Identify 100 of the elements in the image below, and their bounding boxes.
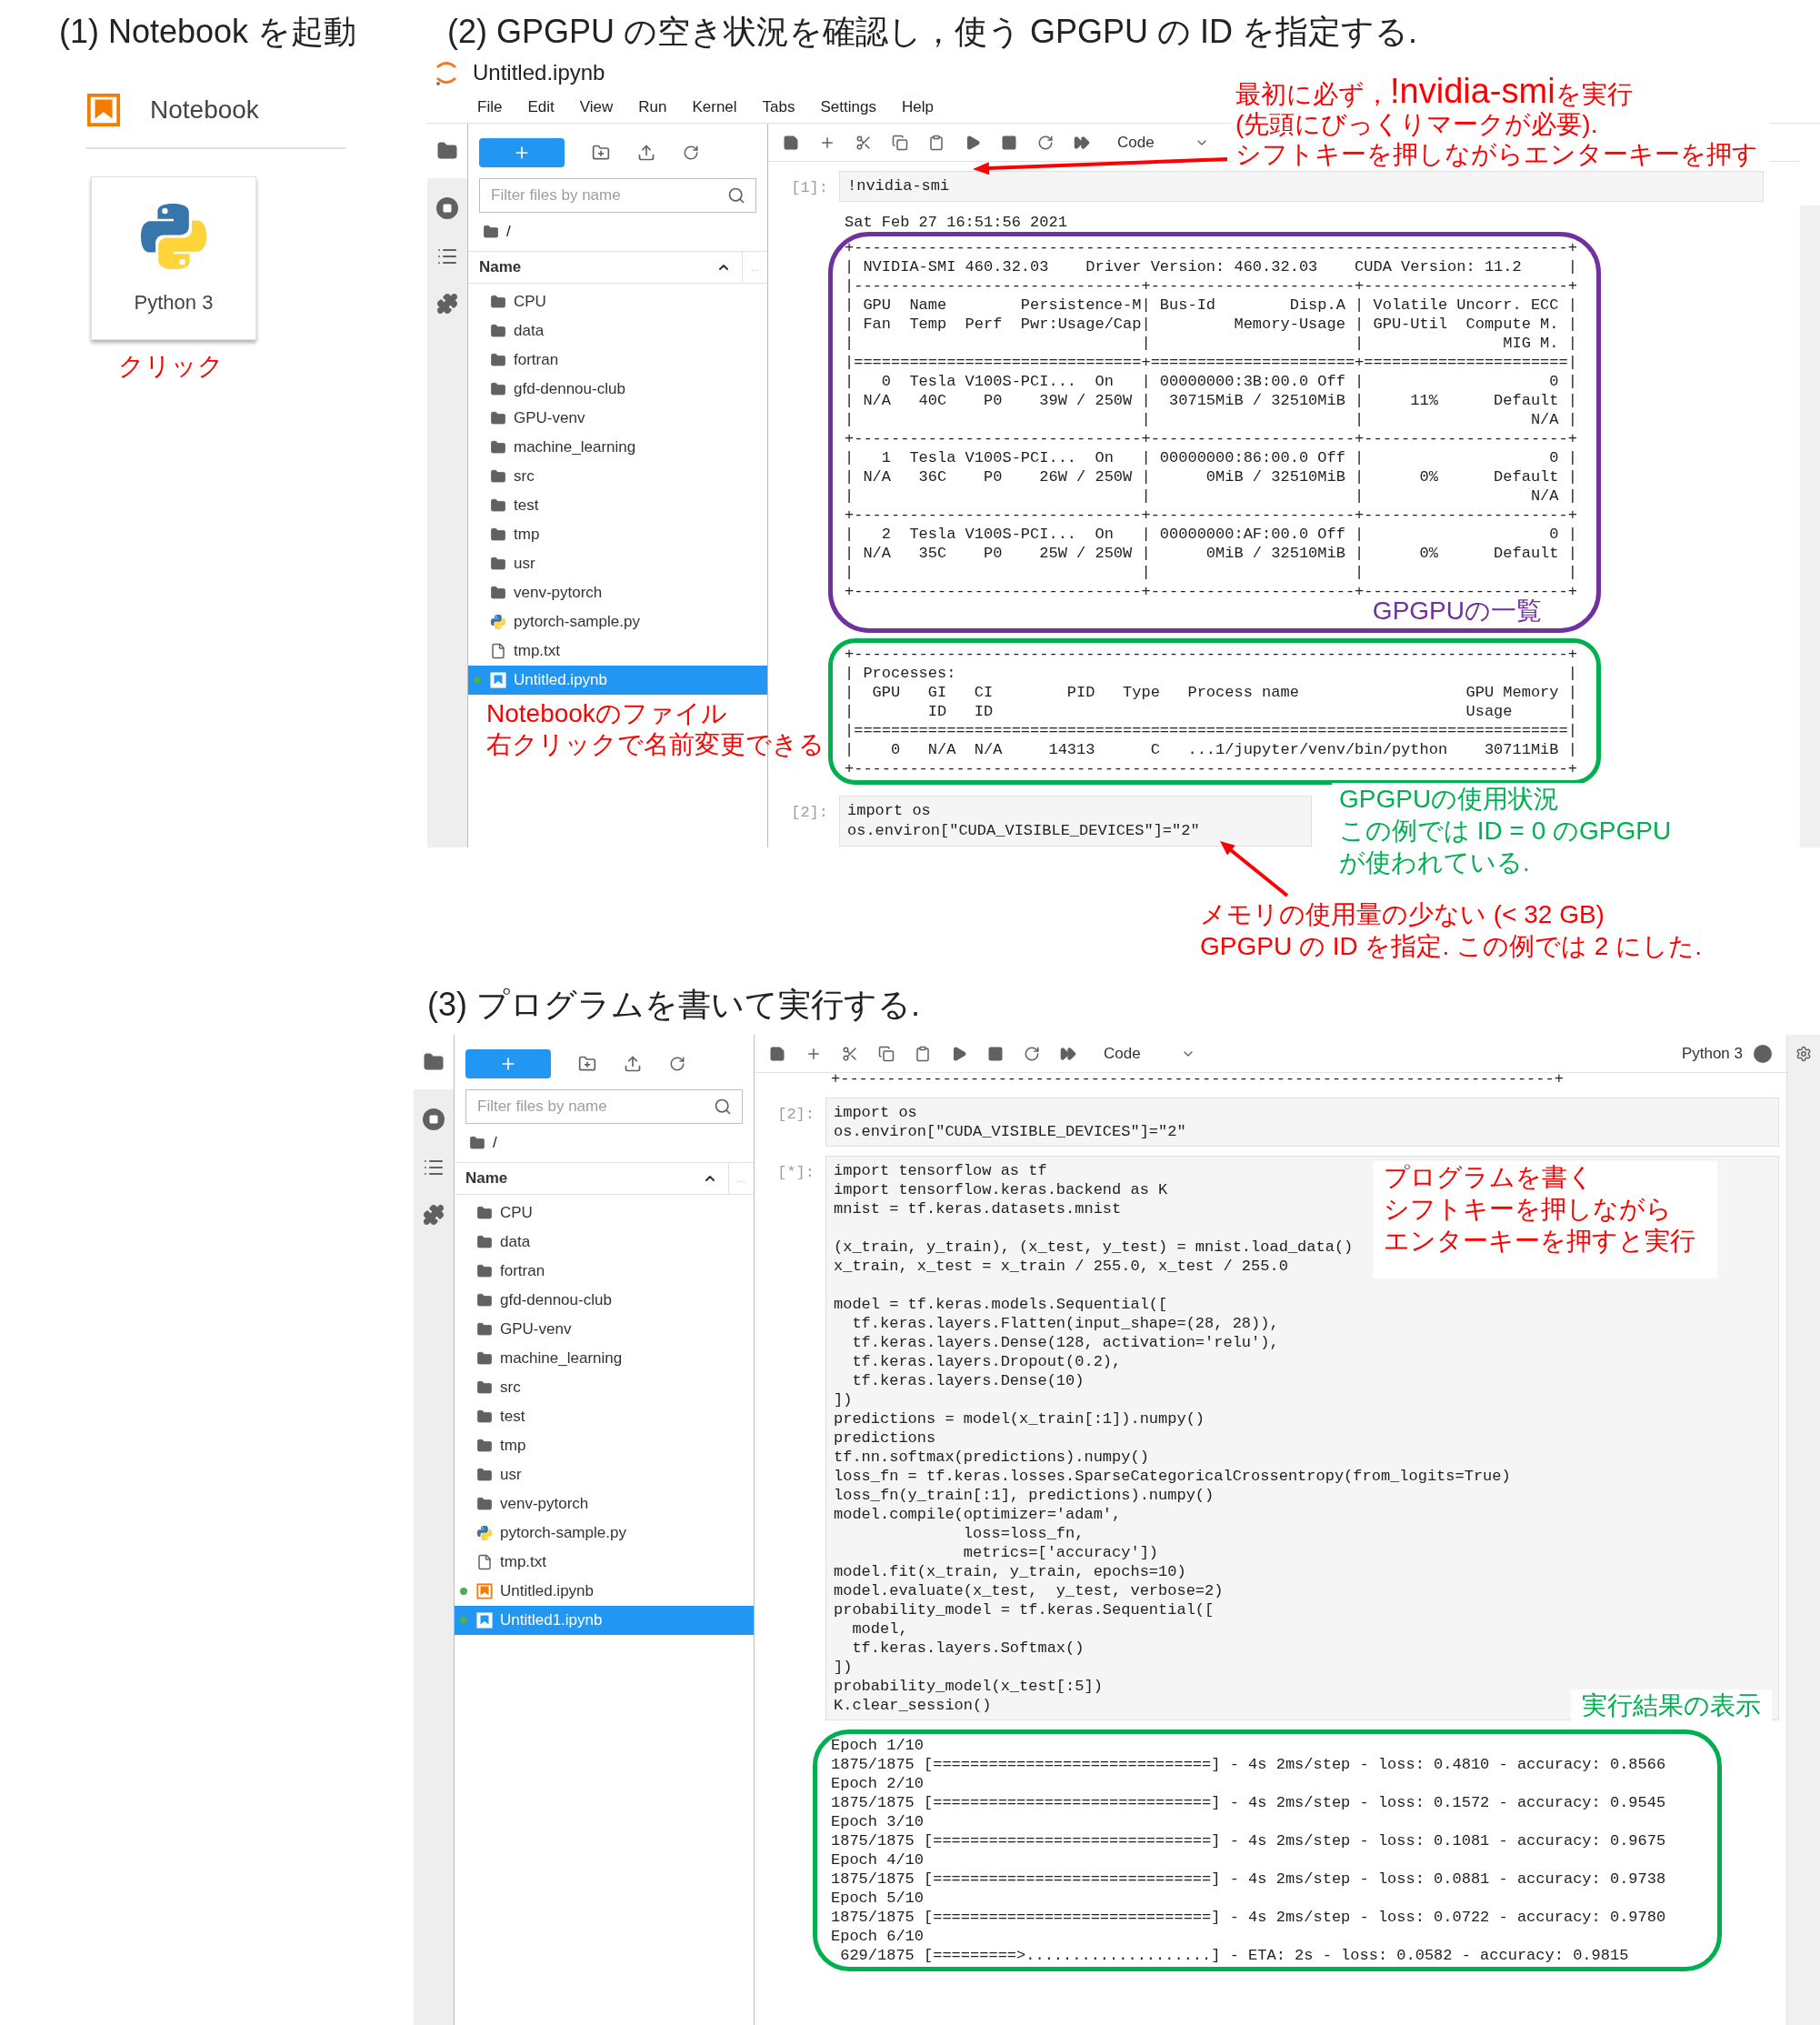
- menu-item[interactable]: Edit: [527, 95, 555, 119]
- upload-icon[interactable]: [637, 144, 655, 162]
- restart-icon[interactable]: [1037, 134, 1054, 151]
- browser-entry[interactable]: usr: [455, 1460, 754, 1489]
- puzzle-icon[interactable]: [423, 1204, 445, 1226]
- browser-entry[interactable]: test: [468, 491, 767, 520]
- annotation-text: クリック: [118, 351, 225, 382]
- copy-icon[interactable]: [892, 134, 908, 151]
- browser-entry[interactable]: gfd-dennou-club: [455, 1286, 754, 1315]
- menu-item[interactable]: Kernel: [692, 95, 737, 119]
- fast-forward-icon[interactable]: [1074, 134, 1090, 151]
- output-line: | ID ID Usage |: [845, 702, 1577, 721]
- new-folder-icon[interactable]: [578, 1055, 596, 1073]
- code-line: ]): [834, 1658, 853, 1677]
- code-input[interactable]: [825, 1156, 1779, 1720]
- running-sessions-icon[interactable]: [435, 196, 459, 220]
- menu-item[interactable]: File: [477, 95, 503, 119]
- output-line: | | | |: [845, 563, 1577, 582]
- code-input[interactable]: !nvidia-smi: [839, 171, 1764, 202]
- code-input[interactable]: import os os.environ["CUDA_VISIBLE_DEVICES"]="2": [825, 1098, 1779, 1147]
- folder-icon: [476, 1263, 493, 1279]
- new-folder-icon[interactable]: [592, 144, 610, 162]
- notebook-icon: [476, 1612, 493, 1629]
- browser-entry[interactable]: data: [468, 316, 767, 346]
- save-icon[interactable]: [769, 1045, 785, 1062]
- refresh-icon[interactable]: [669, 1056, 685, 1072]
- browser-entry[interactable]: tmp: [455, 1431, 754, 1460]
- paste-icon[interactable]: [915, 1045, 931, 1062]
- paste-icon[interactable]: [928, 134, 945, 151]
- folder-icon: [476, 1205, 493, 1221]
- name-column-header[interactable]: Name: [468, 252, 742, 283]
- breadcrumb-path[interactable]: /: [493, 1131, 497, 1155]
- browser-entry[interactable]: machine_learning: [468, 433, 767, 462]
- cell-type-dropdown[interactable]: Code: [1104, 1041, 1195, 1066]
- menu-item[interactable]: Help: [901, 95, 934, 119]
- browser-entry[interactable]: tmp: [468, 520, 767, 549]
- code-input[interactable]: import os os.environ["CUDA_VISIBLE_DEVICES"]="2": [839, 796, 1312, 847]
- output-line: | 2 Tesla V100S-PCI... On | 00000000:AF:00.0 Off | 0 |: [845, 525, 1577, 544]
- browser-entry[interactable]: tmp.txt: [468, 637, 767, 666]
- output-line: | | | N/A |: [845, 410, 1577, 429]
- save-icon[interactable]: [783, 134, 799, 151]
- browser-entry[interactable]: Untitled.ipynb: [455, 1577, 754, 1606]
- menu-item[interactable]: Settings: [820, 95, 876, 119]
- browser-entry[interactable]: venv-pytorch: [468, 578, 767, 607]
- browser-entry[interactable]: usr: [468, 549, 767, 578]
- browser-entry[interactable]: src: [468, 462, 767, 491]
- settings-icon[interactable]: [1795, 1046, 1812, 1062]
- code-line: K.clear_session(): [834, 1696, 992, 1715]
- browser-entry[interactable]: GPU-venv: [455, 1315, 754, 1344]
- menu-item[interactable]: View: [579, 95, 614, 119]
- code-line: probability_model = tf.keras.Sequential([: [834, 1600, 1215, 1619]
- browser-entry[interactable]: tmp.txt: [455, 1548, 754, 1577]
- run-icon[interactable]: [965, 134, 981, 151]
- folder-icon: [469, 1135, 485, 1151]
- folder-tab-icon[interactable]: [423, 1051, 445, 1073]
- code-line: tf.keras.layers.Dense(10): [851, 1371, 1085, 1390]
- cut-icon[interactable]: [855, 134, 872, 151]
- browser-entry[interactable]: src: [455, 1373, 754, 1402]
- kernel-card[interactable]: Python 3: [91, 176, 256, 340]
- folder-tab-icon[interactable]: [436, 140, 458, 162]
- cut-icon[interactable]: [842, 1045, 858, 1062]
- annotation-text: Notebookのファイル 右クリックで名前変更できる: [486, 698, 825, 760]
- browser-entry[interactable]: gfd-dennou-club: [468, 375, 767, 404]
- filter-field[interactable]: Filter files by name: [479, 178, 756, 213]
- output-line: | | | N/A |: [845, 486, 1577, 506]
- cell-type-dropdown[interactable]: Code: [1117, 130, 1209, 155]
- browser-entry[interactable]: test: [455, 1402, 754, 1431]
- filter-field[interactable]: Filter files by name: [465, 1089, 743, 1124]
- browser-entry[interactable]: CPU: [455, 1198, 754, 1228]
- browser-entry[interactable]: pytorch-sample.py: [455, 1519, 754, 1548]
- menu-item[interactable]: Run: [638, 95, 667, 119]
- stop-icon[interactable]: [1001, 134, 1017, 151]
- annotation-text: メモリの使用量の少ない (< 32 GB) GPGPU の ID を指定. この例では 2 にした.: [1200, 899, 1703, 962]
- notebook-icon: [490, 672, 506, 688]
- kernel-name[interactable]: Python 3: [1681, 1041, 1743, 1066]
- breadcrumb-path[interactable]: /: [506, 220, 511, 244]
- copy-icon[interactable]: [878, 1045, 895, 1062]
- stop-icon[interactable]: [987, 1045, 1004, 1062]
- upload-icon[interactable]: [624, 1055, 642, 1073]
- cell-prompt: [1]:: [790, 178, 828, 198]
- restart-icon[interactable]: [1024, 1045, 1040, 1062]
- browser-entry[interactable]: GPU-venv: [468, 404, 767, 433]
- browser-entry[interactable]: machine_learning: [455, 1344, 754, 1373]
- browser-entry[interactable]: fortran: [468, 346, 767, 375]
- running-sessions-icon[interactable]: [422, 1108, 445, 1131]
- browser-entry[interactable]: CPU: [468, 287, 767, 316]
- fast-forward-icon[interactable]: [1060, 1045, 1076, 1062]
- run-icon[interactable]: [951, 1045, 967, 1062]
- launcher-section-title: Notebook: [150, 95, 259, 125]
- refresh-icon[interactable]: [683, 145, 699, 161]
- browser-entry[interactable]: fortran: [455, 1257, 754, 1286]
- browser-entry[interactable]: data: [455, 1228, 754, 1257]
- browser-entry[interactable]: pytorch-sample.py: [468, 607, 767, 637]
- puzzle-icon[interactable]: [436, 293, 458, 315]
- code-line: tf.keras.layers.Dropout(0.2),: [851, 1352, 1122, 1371]
- browser-entry[interactable]: venv-pytorch: [455, 1489, 754, 1519]
- name-column-header[interactable]: Name: [455, 1163, 728, 1194]
- folder-icon: [483, 224, 499, 240]
- menu-item[interactable]: Tabs: [762, 95, 795, 119]
- code-line: model = tf.keras.models.Sequential([: [834, 1295, 1168, 1314]
